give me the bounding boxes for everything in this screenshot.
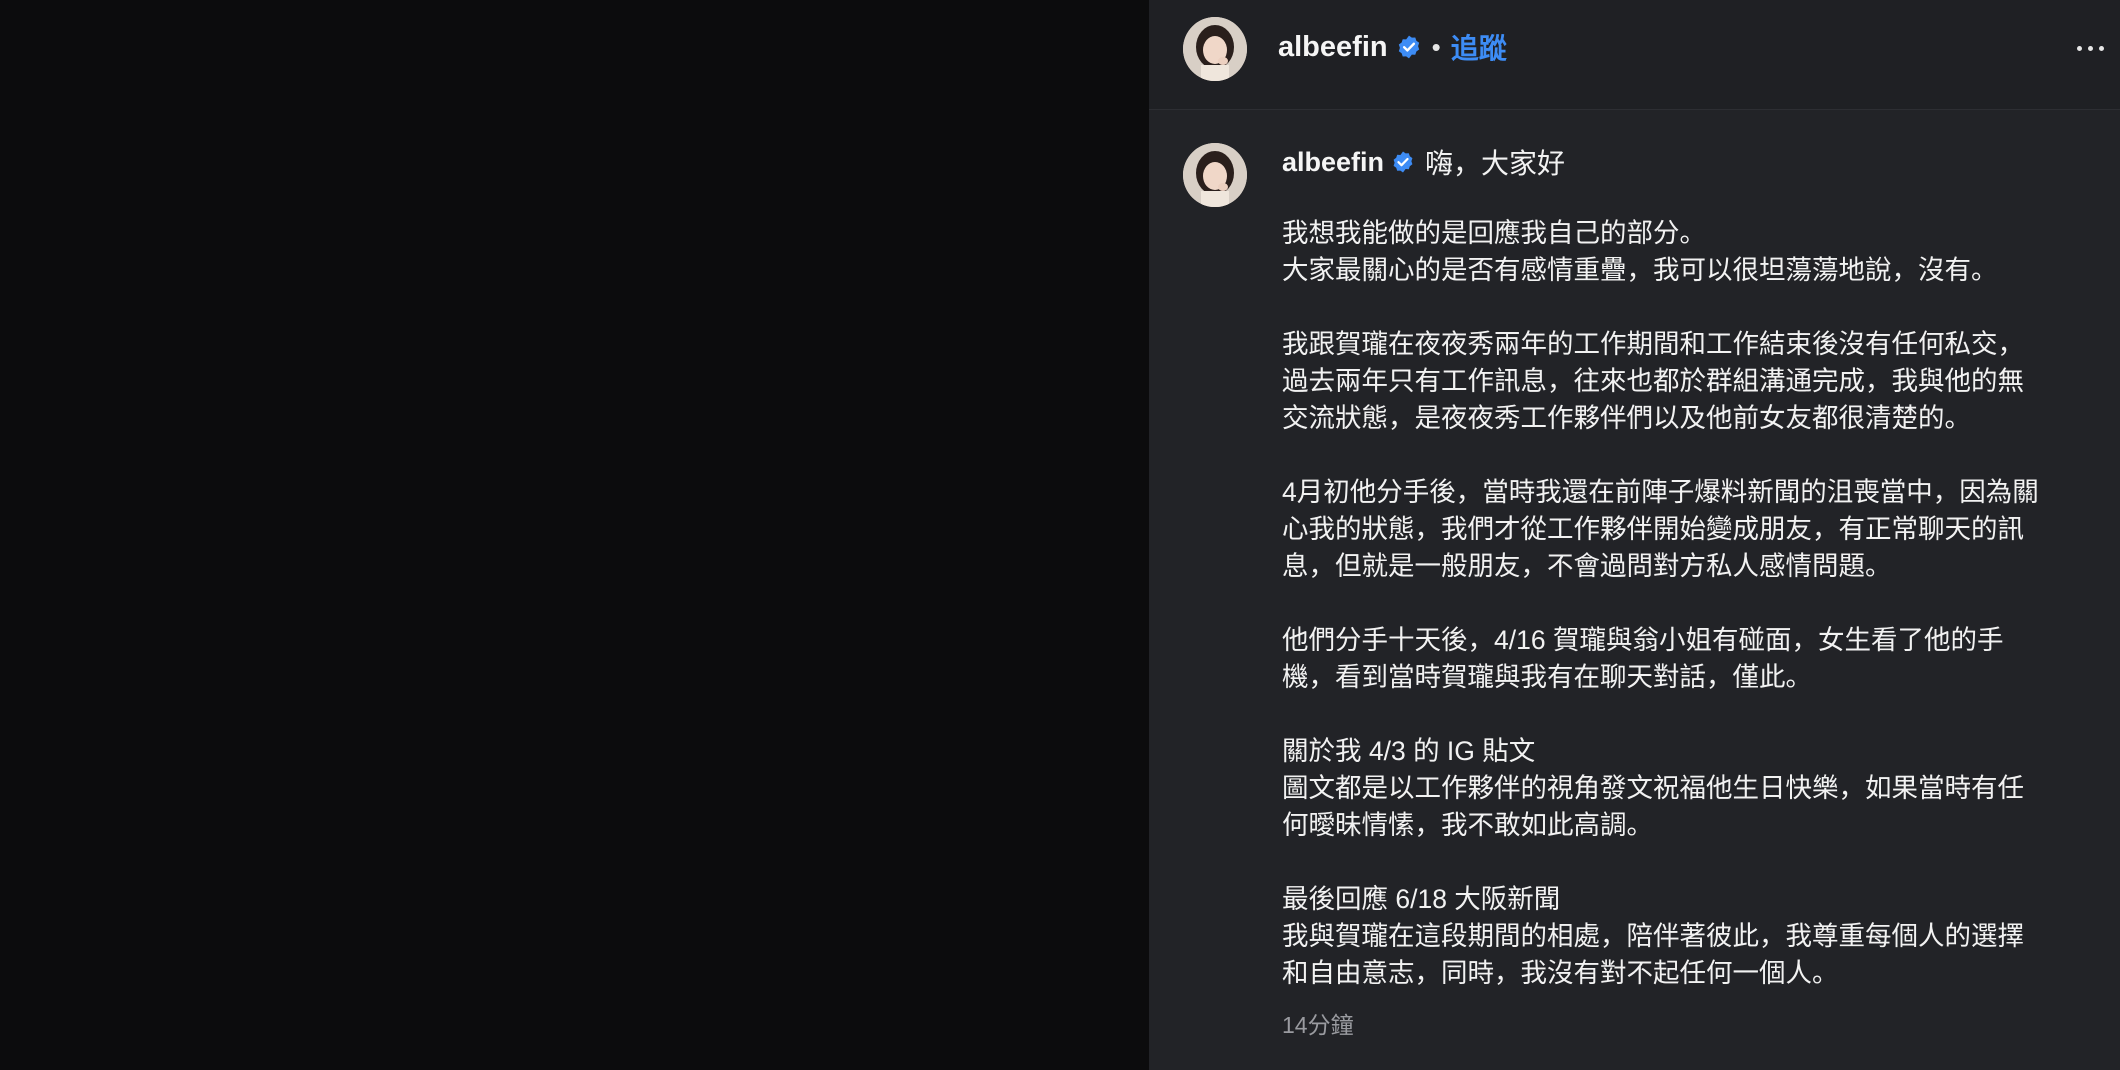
caption-paragraph: 關於我 4/3 的 IG 貼文 圖文都是以工作夥伴的視角發文祝福他生日快樂，如果… (1282, 733, 2102, 844)
post-media-area (0, 0, 1149, 1070)
caption-line: 大家最關心的是否有感情重疊，我可以很坦蕩蕩地說，沒有。 (1282, 255, 1998, 285)
post-header: albeefin • 追蹤 (1149, 0, 2120, 110)
caption-paragraph: 4月初他分手後，當時我還在前陣子爆料新聞的沮喪當中，因為關 心我的狀態，我們才從… (1282, 474, 2102, 585)
verified-badge-icon (1398, 35, 1419, 59)
caption-line: 關於我 4/3 的 IG 貼文 (1282, 736, 1536, 766)
verified-badge-icon (1393, 151, 1413, 173)
caption-line: 何曖昧情愫，我不敢如此高調。 (1282, 810, 1653, 840)
more-horizontal-icon[interactable] (2070, 28, 2110, 68)
caption-paragraph: 我想我能做的是回應我自己的部分。 大家最關心的是否有感情重疊，我可以很坦蕩蕩地說… (1282, 215, 2102, 289)
post-timestamp[interactable]: 14分鐘 (1282, 1006, 1354, 1040)
header-user-row: albeefin • 追蹤 (1278, 27, 1507, 67)
caption-avatar[interactable] (1183, 143, 1247, 207)
caption-line: 4月初他分手後，當時我還在前陣子爆料新聞的沮喪當中，因為關 (1282, 477, 2039, 507)
caption-username[interactable]: albeefin (1282, 147, 1384, 178)
post-side-panel: albeefin • 追蹤 albeefin 嗨，大家好 我想我能做的是回應我自… (1149, 0, 2120, 1070)
caption-line: 和自由意志，同時，我沒有對不起任何一個人。 (1282, 958, 1839, 988)
caption-line: 息，但就是一般朋友，不會過問對方私人感情問題。 (1282, 551, 1892, 581)
caption-head: albeefin 嗨，大家好 (1282, 140, 2102, 184)
caption-paragraph: 我跟賀瓏在夜夜秀兩年的工作期間和工作結束後沒有任何私交， 過去兩年只有工作訊息，… (1282, 326, 2102, 437)
separator-dot: • (1431, 31, 1441, 62)
caption-line: 過去兩年只有工作訊息，往來也都於群組溝通完成，我與他的無 (1282, 366, 2024, 396)
caption-line: 我跟賀瓏在夜夜秀兩年的工作期間和工作結束後沒有任何私交， (1282, 329, 2024, 359)
post-caption: albeefin 嗨，大家好 我想我能做的是回應我自己的部分。 大家最關心的是否… (1282, 140, 2102, 992)
caption-line: 他們分手十天後，4/16 賀瓏與翁小姐有碰面，女生看了他的手 (1282, 625, 2004, 655)
caption-paragraph: 他們分手十天後，4/16 賀瓏與翁小姐有碰面，女生看了他的手 機，看到當時賀瓏與… (1282, 622, 2102, 696)
caption-paragraph: 最後回應 6/18 大阪新聞 我與賀瓏在這段期間的相處，陪伴著彼此，我尊重每個人… (1282, 881, 2102, 992)
caption-line: 我想我能做的是回應我自己的部分。 (1282, 218, 1706, 248)
caption-line: 圖文都是以工作夥伴的視角發文祝福他生日快樂，如果當時有任 (1282, 773, 2024, 803)
header-username[interactable]: albeefin (1278, 31, 1388, 64)
caption-line: 交流狀態，是夜夜秀工作夥伴們以及他前女友都很清楚的。 (1282, 403, 1971, 433)
caption-line: 最後回應 6/18 大阪新聞 (1282, 884, 1561, 914)
caption-line: 我與賀瓏在這段期間的相處，陪伴著彼此，我尊重每個人的選擇 (1282, 921, 2024, 951)
caption-line: 機，看到當時賀瓏與我有在聊天對話，僅此。 (1282, 662, 1812, 692)
caption-greeting: 嗨，大家好 (1425, 148, 1566, 179)
follow-button[interactable]: 追蹤 (1451, 27, 1507, 67)
profile-avatar[interactable] (1183, 17, 1247, 81)
caption-line: 心我的狀態，我們才從工作夥伴開始變成朋友，有正常聊天的訊 (1282, 514, 2024, 544)
